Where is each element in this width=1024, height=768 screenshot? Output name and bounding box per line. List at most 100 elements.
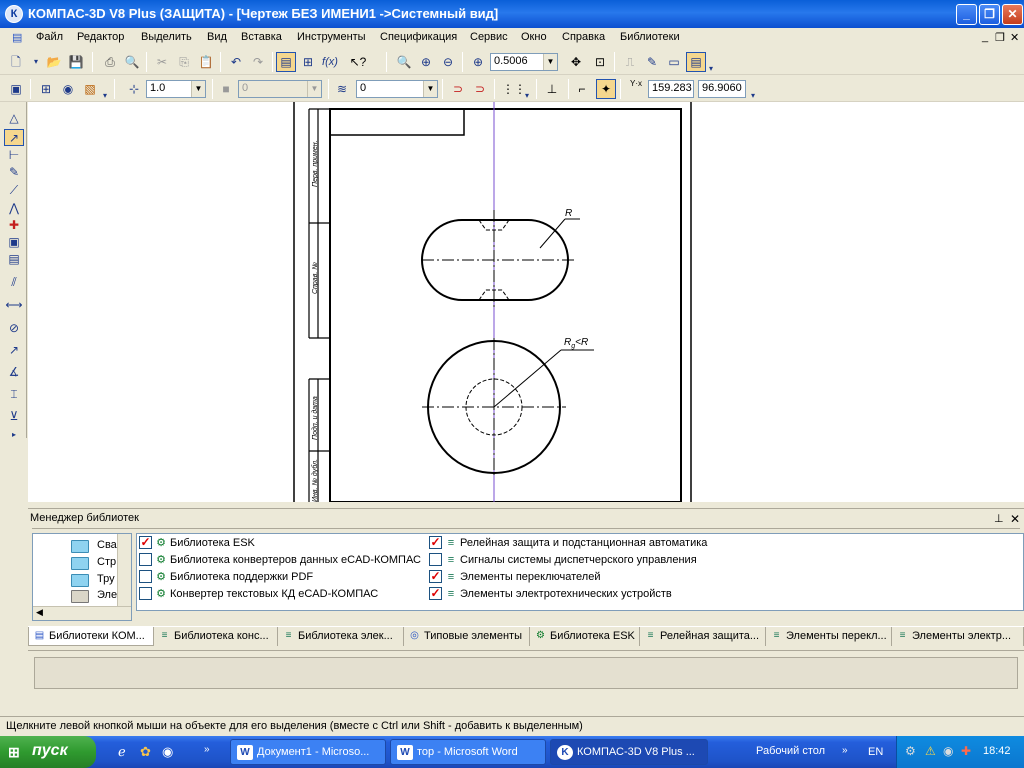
media-player-icon[interactable]: ◉ [162, 744, 173, 760]
tree-item[interactable]: Стр [97, 556, 116, 568]
params-icon[interactable]: ⋀ [4, 200, 24, 217]
menu-help[interactable]: Справка [562, 31, 605, 43]
drawing-svg[interactable]: Перв. примен. Справ. № Подп. и дата Инв.… [28, 102, 1024, 502]
paste-icon[interactable]: 📋 [196, 52, 216, 72]
measure-icon[interactable]: ✚ [4, 217, 24, 234]
tab-library-converters[interactable]: ≡ Библиотека конс... [154, 627, 278, 646]
tab-library-electrical[interactable]: ≡ Библиотека элек... [278, 627, 404, 646]
radius-icon[interactable]: ↗ [4, 342, 24, 359]
library-checkbox[interactable]: ✓ [139, 536, 152, 549]
task-tor-word[interactable]: Wтор - Microsoft Word [390, 739, 546, 765]
tree-item[interactable]: Тру [97, 573, 115, 585]
tree-item[interactable]: Сва [97, 539, 117, 551]
linear-dim-icon[interactable]: ⟷ [4, 297, 24, 314]
copy-icon[interactable]: ⎘ [174, 52, 194, 72]
leader-icon[interactable]: ⌶ [4, 386, 24, 403]
local-snap-icon[interactable]: ⊃ [470, 79, 490, 99]
restore-button[interactable]: ❐ [979, 4, 1000, 25]
open-folder-icon[interactable]: 📂 [44, 52, 64, 72]
select-icon[interactable]: ▣ [4, 234, 24, 251]
print-icon[interactable]: ⎙ [100, 52, 120, 72]
round-icon[interactable]: ✦ [596, 79, 616, 99]
panel-close-icon[interactable]: ✕ [1010, 512, 1020, 526]
menu-view[interactable]: Вид [207, 31, 227, 43]
layer-dropdown-icon[interactable]: ▼ [423, 81, 437, 97]
style-icon[interactable]: ■ [216, 79, 236, 99]
zoom-scale-icon[interactable]: ⊕ [468, 52, 488, 72]
tab-library-esk[interactable]: ⚙ Библиотека ESK [530, 627, 640, 646]
tab-typical-elements[interactable]: ◎ Типовые элементы [404, 627, 530, 646]
edit-icon[interactable]: ⟋ [4, 182, 24, 199]
menu-insert[interactable]: Вставка [241, 31, 282, 43]
library-item[interactable]: Элементы переключателей [460, 571, 600, 583]
zoom-window-icon[interactable]: 🔍 [394, 52, 414, 72]
kompas-app-icon[interactable]: К [5, 5, 23, 23]
view-manager-icon[interactable]: ▣ [6, 79, 26, 99]
document-icon[interactable]: ▤ [12, 31, 22, 44]
style-dropdown-icon[interactable]: ▼ [307, 81, 321, 97]
local-cs-icon[interactable]: ⊥ [542, 79, 562, 99]
geometry-icon[interactable]: △ [4, 110, 24, 127]
library-item[interactable]: Элементы электротехнических устройств [460, 588, 672, 600]
tab-libraries-kompas[interactable]: ▤ Библиотеки КОМ... [28, 627, 154, 646]
desktop-toolbar-label[interactable]: Рабочий стол [756, 745, 825, 757]
library-item[interactable]: Библиотека конвертеров данных eCAD-КОМПА… [170, 554, 421, 566]
coord-x-field[interactable]: 159.283 [648, 80, 694, 98]
new-dropdown-icon[interactable]: ▾ [26, 52, 46, 72]
refresh-icon[interactable]: ✎ [642, 52, 662, 72]
show-all-icon[interactable]: ⊡ [590, 52, 610, 72]
library-item[interactable]: Конвертер текстовых КД eCAD-КОМПАС [170, 588, 378, 600]
line-tool-icon[interactable]: ↗ [4, 129, 24, 146]
menu-window[interactable]: Окно [521, 31, 547, 43]
tree-scrollbar[interactable] [117, 534, 131, 606]
new-doc-icon[interactable]: 🗋 [6, 52, 26, 72]
library-item[interactable]: Релейная защита и подстанционная автомат… [460, 537, 707, 549]
dimensions-icon[interactable]: ⊢ [4, 147, 24, 164]
library-item[interactable]: Сигналы системы диспетчерского управлени… [460, 554, 697, 566]
pin-icon[interactable]: ⊥ [994, 512, 1004, 525]
menu-select[interactable]: Выделить [141, 31, 192, 43]
desktop-more-icon[interactable]: » [842, 745, 848, 756]
zoom-dropdown-icon[interactable]: ▼ [543, 54, 557, 70]
rebuild-icon[interactable]: ⎍ [620, 52, 640, 72]
menu-service[interactable]: Сервис [470, 31, 508, 43]
library-item[interactable]: Библиотека ESK [170, 537, 255, 549]
minimize-button[interactable]: _ [956, 4, 977, 25]
library-checkbox[interactable] [139, 570, 152, 583]
preview-icon[interactable]: 🔍 [122, 52, 142, 72]
tab-switch-elements[interactable]: ≡ Элементы перекл... [766, 627, 892, 646]
angle-icon[interactable]: ∡ [4, 364, 24, 381]
zoom-in-icon[interactable]: ⊕ [416, 52, 436, 72]
ortho-icon[interactable]: ⌐ [572, 79, 592, 99]
tray-network-icon[interactable]: ⚙ [905, 744, 916, 758]
language-indicator[interactable]: EN [868, 746, 883, 758]
undo-icon[interactable]: ↶ [226, 52, 246, 72]
tree-hscrollbar[interactable]: ◀ [33, 606, 131, 620]
doc-close-button[interactable]: ✕ [1010, 31, 1019, 44]
more-tools-icon[interactable]: ▸ [4, 426, 24, 443]
doc-restore-button[interactable]: ❐ [995, 31, 1005, 44]
quicklaunch-icon[interactable]: ✿ [140, 744, 151, 760]
quicklaunch-more-icon[interactable]: » [204, 744, 210, 755]
symbols-icon[interactable]: ✎ [4, 164, 24, 181]
library-item[interactable]: Библиотека поддержки PDF [170, 571, 313, 583]
hatch-icon[interactable]: ⫽ [4, 274, 24, 291]
tab-electrical-elements[interactable]: ≡ Элементы электр... [892, 627, 1024, 646]
tab-relay-protection[interactable]: ≡ Релейная защита... [640, 627, 766, 646]
help-cursor-icon[interactable]: ↖? [348, 52, 368, 72]
menu-libraries[interactable]: Библиотеки [620, 31, 680, 43]
variables-icon[interactable]: ⊞ [298, 52, 318, 72]
library-manager-icon[interactable]: ▤ [686, 52, 706, 72]
tray-warning-icon[interactable]: ⚠ [925, 744, 936, 758]
pan-icon[interactable]: ✥ [566, 52, 586, 72]
cut-icon[interactable]: ✂ [152, 52, 172, 72]
coord-y-field[interactable]: 96.9060 [698, 80, 746, 98]
library-tree[interactable]: Сва Стр Тру Эле ◀ [32, 533, 132, 621]
tray-security-icon[interactable]: ✚ [961, 744, 971, 758]
menu-tools[interactable]: Инструменты [297, 31, 366, 43]
drawing-canvas[interactable]: Перв. примен. Справ. № Подп. и дата Инв.… [28, 102, 1024, 502]
task-document1[interactable]: W Документ1 - Microso... [230, 739, 386, 765]
doc-props-icon[interactable]: ▧ [80, 79, 100, 99]
zoom-out-icon[interactable]: ⊖ [438, 52, 458, 72]
save-icon[interactable]: 💾 [66, 52, 86, 72]
